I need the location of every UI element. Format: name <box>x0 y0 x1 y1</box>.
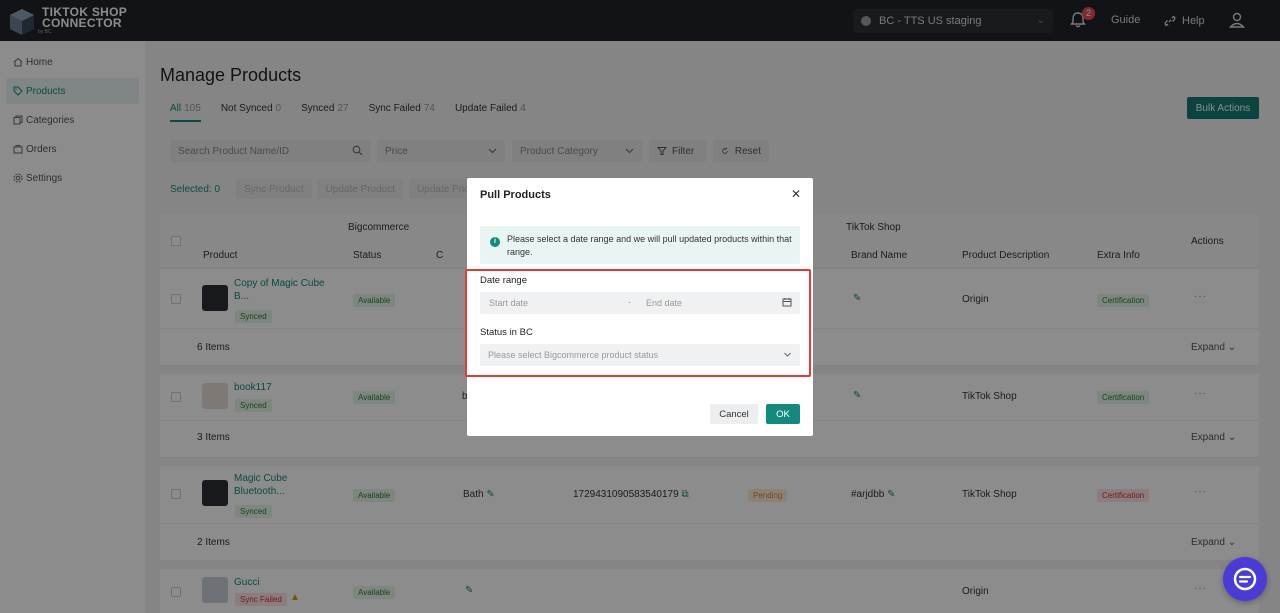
highlight-annotation <box>465 269 811 377</box>
info-icon: i <box>490 237 500 247</box>
info-banner: i Please select a date range and we will… <box>480 226 800 264</box>
info-text: Please select a date range and we will p… <box>507 234 792 257</box>
modal-title: Pull Products <box>480 189 551 201</box>
cancel-button[interactable]: Cancel <box>710 404 758 424</box>
close-icon[interactable]: ✕ <box>791 187 801 201</box>
chat-button[interactable] <box>1223 557 1267 601</box>
ok-button[interactable]: OK <box>766 404 800 424</box>
chat-icon <box>1233 567 1257 591</box>
